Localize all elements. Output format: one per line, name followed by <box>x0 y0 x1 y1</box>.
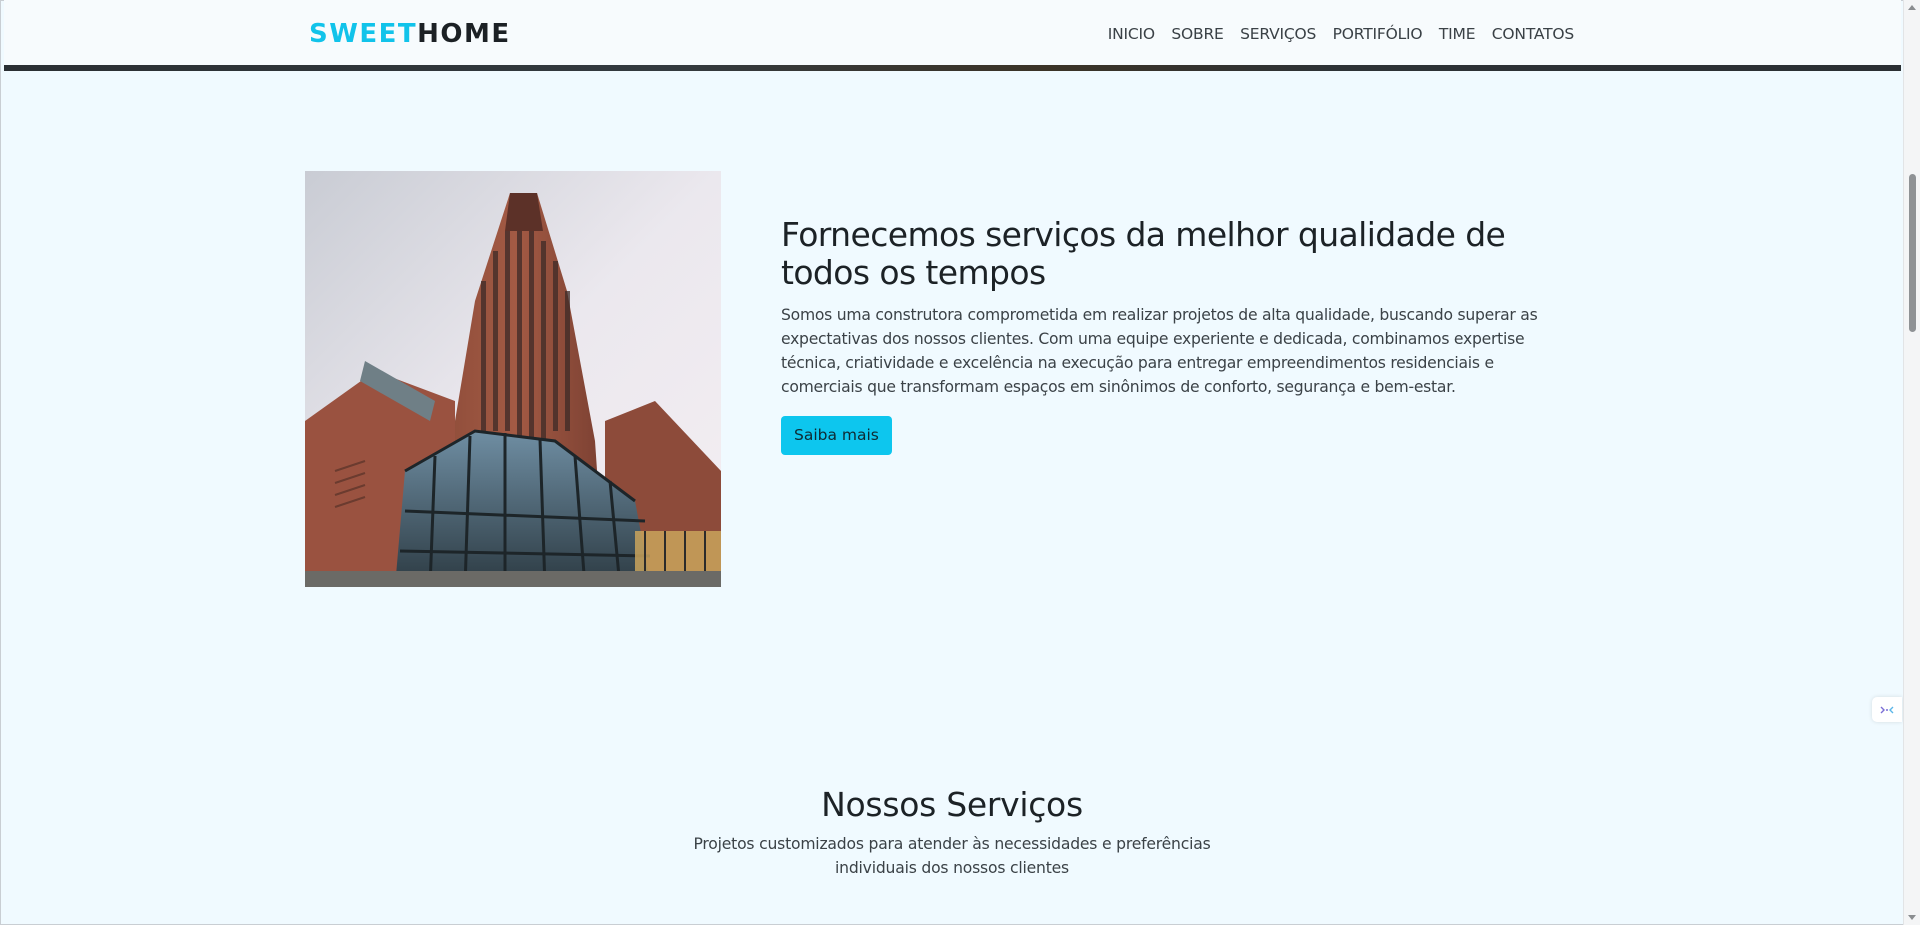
about-paragraph: Somos uma construtora comprometida em re… <box>781 303 1591 399</box>
assistant-icon <box>1880 706 1894 713</box>
nav-item-contatos[interactable]: CONTATOS <box>1492 24 1574 44</box>
site-header: SWEETHOME INICIO SOBRE SERVIÇOS PORTIFÓL… <box>4 0 1901 66</box>
about-paragraph-line-2: expectativas dos nossos clientes. Com um… <box>781 330 1525 348</box>
scroll-up-arrow-icon[interactable] <box>1908 5 1916 10</box>
nav-item-portifolio[interactable]: PORTIFÓLIO <box>1333 24 1423 44</box>
services-subtitle: Projetos customizados para atender às ne… <box>677 832 1227 880</box>
nav-item-inicio[interactable]: INICIO <box>1108 24 1155 44</box>
assistant-widget[interactable] <box>1872 697 1902 722</box>
about-title-line-2: todos os tempos <box>781 253 1046 292</box>
nav-item-sobre[interactable]: SOBRE <box>1171 24 1223 44</box>
main-nav: INICIO SOBRE SERVIÇOS PORTIFÓLIO TIME CO… <box>1091 24 1574 44</box>
about-paragraph-line-1: Somos uma construtora comprometida em re… <box>781 306 1538 324</box>
nav-item-servicos[interactable]: SERVIÇOS <box>1240 24 1316 44</box>
brand-logo[interactable]: SWEETHOME <box>309 19 511 49</box>
nav-item-time[interactable]: TIME <box>1439 24 1476 44</box>
about-title-line-1: Fornecemos serviços da melhor qualidade … <box>781 215 1506 254</box>
about-paragraph-line-4: comerciais que transformam espaços em si… <box>781 378 1456 396</box>
brand-logo-part-a: SWEET <box>309 19 418 49</box>
brand-logo-part-b: HOME <box>417 19 511 49</box>
about-paragraph-line-3: técnica, criatividade e excelência na ex… <box>781 354 1494 372</box>
about-section: Fornecemos serviços da melhor qualidade … <box>781 216 1591 455</box>
header-divider <box>4 65 1901 71</box>
scroll-down-arrow-icon[interactable] <box>1908 915 1916 920</box>
saiba-mais-button[interactable]: Saiba mais <box>781 416 892 455</box>
page-scrollbar[interactable] <box>1903 0 1920 925</box>
services-subtitle-line-2: individuais dos nossos clientes <box>835 859 1069 877</box>
building-photo <box>305 171 721 587</box>
about-title: Fornecemos serviços da melhor qualidade … <box>781 216 1591 292</box>
services-subtitle-line-1: Projetos customizados para atender às ne… <box>693 835 1211 853</box>
scrollbar-thumb[interactable] <box>1909 174 1916 332</box>
services-title: Nossos Serviços <box>821 785 1083 824</box>
